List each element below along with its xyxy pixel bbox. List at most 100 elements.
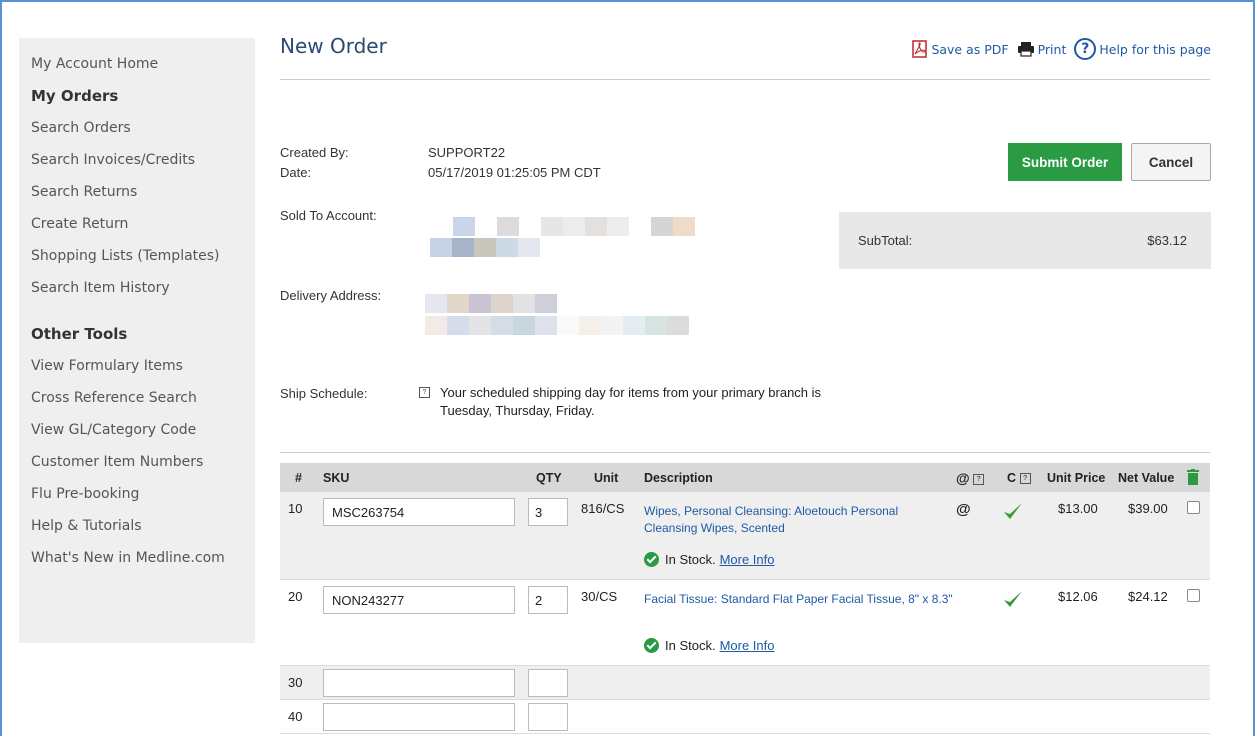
pdf-icon [912, 40, 928, 58]
unit-value: 30/CS [581, 589, 618, 604]
ship-schedule-text: Your scheduled shipping day for items fr… [440, 385, 822, 418]
subtotal-value: $63.12 [1147, 233, 1187, 248]
sku-input[interactable] [323, 498, 515, 526]
created-by-label: Created By: [280, 145, 349, 160]
item-description-link[interactable]: Facial Tissue: Standard Flat Paper Facia… [644, 591, 954, 608]
stock-text: In Stock. [665, 638, 716, 653]
col-header-description: Description [644, 471, 713, 485]
unit-price: $12.06 [1058, 589, 1098, 604]
sidebar-item-customer-item-numbers[interactable]: Customer Item Numbers [31, 450, 255, 482]
date-label: Date: [280, 165, 312, 180]
c-info-icon[interactable]: ? [1019, 473, 1031, 485]
item-description-link[interactable]: Wipes, Personal Cleansing: Aloetouch Per… [644, 503, 954, 537]
qty-input[interactable] [528, 498, 568, 526]
sold-to-redacted-line2 [430, 238, 540, 257]
ship-schedule-label: Ship Schedule: [280, 386, 368, 401]
stock-status: In Stock. More Info [644, 638, 775, 653]
line-number: 40 [288, 709, 303, 724]
sku-input[interactable] [323, 703, 515, 731]
qty-input[interactable] [528, 703, 568, 731]
line-number: 10 [288, 501, 303, 516]
order-lines-table: # SKU QTY Unit Description @ ? C ? Unit … [280, 463, 1210, 734]
help-link[interactable]: ? Help for this page [1074, 38, 1211, 60]
table-row: 10 816/CS Wipes, Personal Cleansing: Alo… [280, 492, 1210, 580]
window-frame-left [0, 0, 2, 736]
more-info-link[interactable]: More Info [720, 638, 775, 653]
col-header-sku: SKU [323, 471, 350, 485]
save-pdf-label: Save as PDF [931, 41, 1009, 57]
sidebar-item-gl-category[interactable]: View GL/Category Code [31, 418, 255, 450]
date-value: 05/17/2019 01:25:05 PM CDT [428, 165, 601, 180]
sidebar-item-create-return[interactable]: Create Return [31, 212, 255, 244]
more-info-link[interactable]: More Info [720, 552, 775, 567]
qty-input[interactable] [528, 586, 568, 614]
sidebar: My Account Home My Orders Search Orders … [19, 38, 255, 643]
unit-price: $13.00 [1058, 501, 1098, 516]
attachment-info-icon[interactable]: ? [973, 474, 985, 486]
sidebar-item-search-invoices[interactable]: Search Invoices/Credits [31, 148, 255, 180]
sold-to-label: Sold To Account: [280, 208, 377, 223]
c-label: C [1007, 471, 1017, 485]
sidebar-item-flu-prebooking[interactable]: Flu Pre-booking [31, 482, 255, 514]
trash-icon[interactable] [1187, 469, 1199, 485]
submit-order-button[interactable]: Submit Order [1008, 143, 1122, 181]
attachment-icon: @ [956, 470, 970, 486]
sidebar-item-search-orders[interactable]: Search Orders [31, 116, 255, 148]
qty-input[interactable] [528, 669, 568, 697]
sku-input[interactable] [323, 586, 515, 614]
sold-to-redacted-line1 [453, 217, 695, 236]
stock-text: In Stock. [665, 552, 716, 567]
print-label: Print [1037, 41, 1067, 57]
table-row: 30 [280, 666, 1210, 700]
help-label: Help for this page [1099, 41, 1211, 57]
sidebar-item-search-item-history[interactable]: Search Item History [31, 276, 255, 308]
printer-icon [1017, 42, 1034, 57]
sidebar-item-cross-reference[interactable]: Cross Reference Search [31, 386, 255, 418]
attachment-icon[interactable]: @ [956, 501, 971, 518]
row-select-checkbox[interactable] [1187, 501, 1200, 514]
line-number: 30 [288, 675, 303, 690]
page-title: New Order [280, 34, 387, 58]
col-header-unit: Unit [594, 471, 619, 485]
section-divider [280, 452, 1210, 453]
in-stock-check-icon [644, 638, 659, 653]
col-header-c: C ? [1007, 471, 1031, 485]
delivery-redacted-line1 [425, 294, 557, 313]
row-select-checkbox[interactable] [1187, 589, 1200, 602]
stock-status: In Stock. More Info [644, 552, 775, 567]
sidebar-item-help-tutorials[interactable]: Help & Tutorials [31, 514, 255, 546]
col-header-net-value: Net Value [1118, 471, 1175, 485]
table-row: 40 [280, 700, 1210, 734]
delivery-address-label: Delivery Address: [280, 288, 382, 303]
print-link[interactable]: Print [1017, 41, 1067, 57]
sidebar-item-my-account-home[interactable]: My Account Home [31, 52, 255, 84]
table-row: 20 30/CS Facial Tissue: Standard Flat Pa… [280, 580, 1210, 666]
checkmark-icon [1004, 591, 1022, 607]
sidebar-heading-other-tools: Other Tools [31, 325, 128, 343]
table-header: # SKU QTY Unit Description @ ? C ? Unit … [280, 463, 1210, 492]
sidebar-item-view-formulary[interactable]: View Formulary Items [31, 354, 255, 386]
delivery-redacted-line2 [425, 316, 689, 335]
schedule-info-icon[interactable]: ? [419, 387, 430, 398]
subtotal-panel: SubTotal: $63.12 [839, 212, 1211, 269]
sidebar-item-whats-new[interactable]: What's New in Medline.com [31, 546, 255, 578]
sidebar-item-shopping-lists[interactable]: Shopping Lists (Templates) [31, 244, 255, 276]
col-header-unit-price: Unit Price [1047, 471, 1106, 485]
col-header-delete[interactable] [1187, 469, 1199, 488]
col-header-attachment: @ ? [956, 470, 985, 486]
checkmark-icon [1004, 503, 1022, 519]
sku-input[interactable] [323, 669, 515, 697]
cancel-button[interactable]: Cancel [1131, 143, 1211, 181]
net-value: $24.12 [1128, 589, 1168, 604]
help-question-icon: ? [1074, 38, 1097, 60]
header-tools: Save as PDF Print ? Help for this page [904, 38, 1211, 60]
col-header-qty: QTY [536, 471, 562, 485]
header-divider [280, 79, 1210, 80]
net-value: $39.00 [1128, 501, 1168, 516]
save-pdf-link[interactable]: Save as PDF [912, 40, 1009, 58]
sidebar-item-search-returns[interactable]: Search Returns [31, 180, 255, 212]
in-stock-check-icon [644, 552, 659, 567]
sidebar-heading-my-orders: My Orders [31, 87, 119, 105]
created-by-value: SUPPORT22 [428, 145, 506, 160]
unit-value: 816/CS [581, 501, 625, 516]
